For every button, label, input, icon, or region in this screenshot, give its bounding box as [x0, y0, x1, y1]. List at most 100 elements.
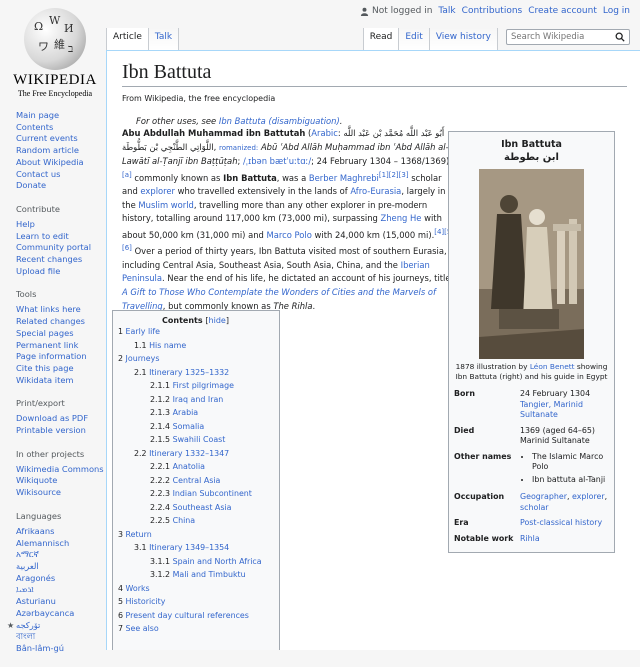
wikipedia-logo[interactable]: Ω W И ワ 維 ב WIKIPEDIA The Free Encyclope… [10, 8, 100, 98]
sidebar-lang-aramaic[interactable]: ܐܪܡܝܐ [16, 584, 106, 596]
sidebar-item-upload-file[interactable]: Upload file [16, 266, 106, 278]
toc-entry[interactable]: 3.1.2 Mali and Timbuktu [118, 568, 273, 582]
toc-entry-label[interactable]: Iraq and Iran [173, 395, 224, 404]
sidebar-item-main-page[interactable]: Main page [16, 110, 106, 122]
sidebar-lang-aragones[interactable]: Aragonés [16, 573, 106, 585]
sidebar-item-current-events[interactable]: Current events [16, 133, 106, 145]
toc-entry-label[interactable]: First pilgrimage [173, 381, 234, 390]
search-input[interactable] [511, 32, 611, 42]
toc-entry-label[interactable]: Swahili Coast [173, 435, 226, 444]
sidebar-item-wikidata-item[interactable]: Wikidata item [16, 375, 106, 387]
sidebar-lang-ban-lam-gu[interactable]: Bân-lâm-gú [16, 643, 106, 655]
refs-1-3[interactable]: [1][2][3] [379, 171, 409, 179]
maghrebi-link[interactable]: Maghrebi [340, 173, 379, 183]
toc-hide-link[interactable]: hide [209, 316, 226, 325]
toc-entry-label[interactable]: Present day cultural references [126, 611, 249, 620]
tab-edit[interactable]: Edit [399, 28, 430, 50]
toc-entry[interactable]: 2.1.3 Arabia [118, 406, 273, 420]
toc-entry-label[interactable]: Arabia [173, 408, 199, 417]
toc-entry[interactable]: 2.1.1 First pilgrimage [118, 379, 273, 393]
search-icon[interactable] [615, 32, 625, 42]
afro-eurasia-link[interactable]: Afro-Eurasia [350, 186, 401, 196]
occupation-geographer[interactable]: Geographer [520, 492, 567, 501]
sidebar-item-page-information[interactable]: Page information [16, 351, 106, 363]
sidebar-lang-arabic[interactable]: العربية [16, 561, 106, 573]
toc-entry-label[interactable]: Historicity [126, 597, 166, 606]
toc-entry[interactable]: 5 Historicity [118, 595, 273, 609]
toc-entry-label[interactable]: Southeast Asia [173, 503, 232, 512]
sidebar-lang-asturianu[interactable]: Asturianu [16, 596, 106, 608]
toc-entry[interactable]: 2.1.5 Swahili Coast [118, 433, 273, 447]
toc-entry[interactable]: 2.2.1 Anatolia [118, 460, 273, 474]
occupation-scholar[interactable]: scholar [520, 503, 549, 512]
toc-entry-label[interactable]: Itinerary 1349–1354 [149, 543, 229, 552]
tab-talk[interactable]: Talk [148, 28, 180, 50]
toc-entry-label[interactable]: Spain and North Africa [173, 557, 262, 566]
toc-entry-label[interactable]: Itinerary 1332–1347 [149, 449, 229, 458]
toc-entry-label[interactable]: Early life [126, 327, 160, 336]
muslim-world-link[interactable]: Muslim world [138, 200, 193, 210]
toc-entry-label[interactable]: Return [126, 530, 152, 539]
toc-entry[interactable]: 1 Early life [118, 325, 273, 339]
disambiguation-link[interactable]: Ibn Battuta (disambiguation) [219, 116, 340, 126]
sidebar-item-download-pdf[interactable]: Download as PDF [16, 413, 106, 425]
sidebar-item-printable-version[interactable]: Printable version [16, 425, 106, 437]
toc-entry-label[interactable]: Indian Subcontinent [173, 489, 252, 498]
sidebar-lang-alemannisch[interactable]: Alemannisch [16, 538, 106, 550]
sidebar-item-related-changes[interactable]: Related changes [16, 316, 106, 328]
zheng-he-link[interactable]: Zheng He [381, 213, 422, 223]
tab-view-history[interactable]: View history [429, 28, 498, 50]
sidebar-lang-azerbaycanca[interactable]: Azərbaycanca [16, 608, 106, 620]
sidebar-item-cite-this-page[interactable]: Cite this page [16, 363, 106, 375]
toc-entry[interactable]: 2.1.4 Somalia [118, 420, 273, 434]
marco-polo-link[interactable]: Marco Polo [267, 230, 312, 240]
sidebar-item-wikisource[interactable]: Wikisource [16, 487, 106, 499]
toc-entry-label[interactable]: Somalia [173, 422, 205, 431]
toc-entry-label[interactable]: See also [126, 624, 159, 633]
toc-entry[interactable]: 2 Journeys [118, 352, 273, 366]
toc-entry-label[interactable]: China [173, 516, 196, 525]
sidebar-lang-south-azerbaijani[interactable]: تۆرکجه [16, 620, 106, 632]
toc-entry-label[interactable]: Mali and Timbuktu [173, 570, 246, 579]
sidebar-item-learn-to-edit[interactable]: Learn to edit [16, 231, 106, 243]
toc-entry[interactable]: 7 See also [118, 622, 273, 636]
sidebar-lang-bangla[interactable]: বাংলা [16, 631, 106, 643]
notable-work-link[interactable]: Rihla [520, 534, 540, 543]
leon-benett-link[interactable]: Léon Benett [530, 362, 575, 371]
sidebar-item-what-links-here[interactable]: What links here [16, 304, 106, 316]
log-in-link[interactable]: Log in [603, 6, 630, 16]
era-link[interactable]: Post-classical history [520, 518, 602, 527]
toc-entry[interactable]: 2.2.5 China [118, 514, 273, 528]
toc-entry-label[interactable]: Journeys [126, 354, 160, 363]
born-place-link[interactable]: Tangier, Marinid Sultanate [520, 400, 583, 420]
berber-link[interactable]: Berber [309, 173, 337, 183]
toc-entry-label[interactable]: Central Asia [173, 476, 221, 485]
toc-entry-label[interactable]: Itinerary 1325–1332 [149, 368, 229, 377]
toc-entry[interactable]: 3.1.1 Spain and North Africa [118, 555, 273, 569]
occupation-explorer[interactable]: explorer [572, 492, 605, 501]
sidebar-item-about[interactable]: About Wikipedia [16, 157, 106, 169]
ref-a[interactable]: [a] [122, 171, 132, 179]
toc-entry[interactable]: 2.2.2 Central Asia [118, 474, 273, 488]
tab-article[interactable]: Article [106, 28, 149, 50]
sidebar-item-permanent-link[interactable]: Permanent link [16, 340, 106, 352]
sidebar-item-wikiquote[interactable]: Wikiquote [16, 475, 106, 487]
romanized-link[interactable]: romanized: [219, 144, 258, 152]
sidebar-item-random-article[interactable]: Random article [16, 145, 106, 157]
toc-entry[interactable]: 2.1.2 Iraq and Iran [118, 393, 273, 407]
ipa-link[interactable]: /ˌɪbən bætˈuːtɑː/ [243, 156, 311, 166]
sidebar-lang-amharic[interactable]: አማርኛ [16, 549, 106, 561]
sidebar-item-donate[interactable]: Donate [16, 180, 106, 192]
sidebar-item-contents[interactable]: Contents [16, 122, 106, 134]
sidebar-item-commons[interactable]: Wikimedia Commons [16, 464, 106, 476]
arabic-language-link[interactable]: Arabic [311, 128, 338, 138]
toc-entry-label[interactable]: Works [126, 584, 150, 593]
toc-entry-label[interactable]: His name [149, 341, 186, 350]
infobox-illustration[interactable] [479, 169, 584, 359]
contributions-link[interactable]: Contributions [462, 6, 523, 16]
toc-entry[interactable]: 1.1 His name [118, 339, 273, 353]
sidebar-item-recent-changes[interactable]: Recent changes [16, 254, 106, 266]
sidebar-item-community-portal[interactable]: Community portal [16, 242, 106, 254]
toc-entry[interactable]: 2.2.4 Southeast Asia [118, 501, 273, 515]
toc-entry[interactable]: 3.1 Itinerary 1349–1354 [118, 541, 273, 555]
